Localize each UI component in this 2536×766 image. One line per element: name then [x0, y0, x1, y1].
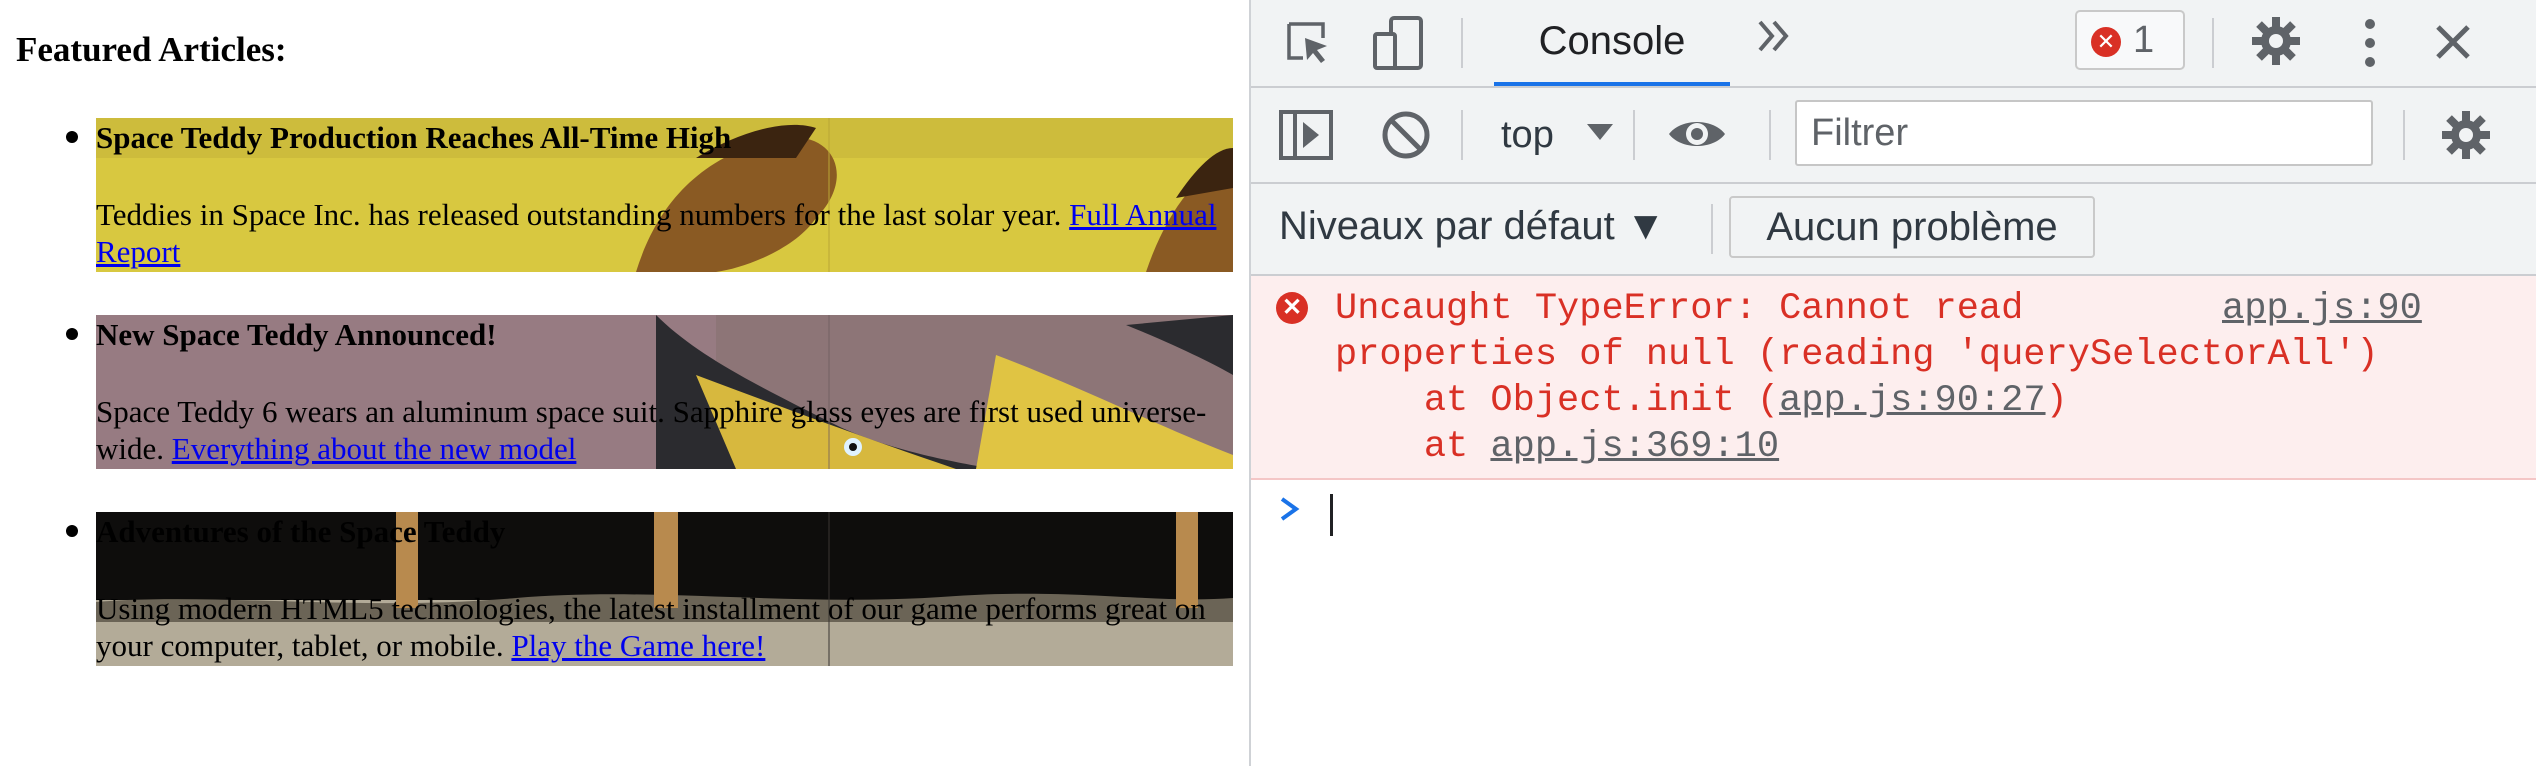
toolbar-separator [1633, 110, 1635, 160]
stack-frame-link[interactable]: app.js:369:10 [1490, 426, 1779, 468]
toolbar-separator [2403, 110, 2405, 160]
more-options-icon[interactable] [2363, 16, 2377, 75]
error-text-line: properties of null (reading 'querySelect… [1335, 334, 2379, 376]
stack-frame-link[interactable]: app.js:90:27 [1779, 380, 2045, 422]
error-count-badge[interactable]: ✕ 1 [2075, 10, 2185, 70]
text-caret [1330, 494, 1333, 536]
console-toolbar: top [1251, 88, 2536, 184]
console-error-message: ✕ Uncaught TypeError: Cannot read app.js… [1251, 276, 2536, 480]
toolbar-separator [1711, 204, 1713, 254]
stack-frame-text: ) [2045, 380, 2068, 422]
article-title: Adventures of the Space Teddy [96, 514, 506, 549]
article-card: New Space Teddy Announced! Space Teddy 6… [96, 315, 1233, 469]
page-heading: Featured Articles: [16, 30, 287, 69]
list-bullet [66, 131, 78, 143]
settings-gear-icon[interactable] [2249, 14, 2303, 73]
article-title: New Space Teddy Announced! [96, 317, 497, 352]
article-title: Space Teddy Production Reaches All-Time … [96, 120, 732, 155]
console-filter-bar: Niveaux par défaut ▼ Aucun problème [1251, 184, 2536, 276]
prompt-chevron-icon [1277, 494, 1303, 529]
list-bullet [66, 525, 78, 537]
filter-input[interactable] [1795, 100, 2373, 166]
console-settings-gear-icon[interactable] [2439, 108, 2493, 167]
stack-frame-text: at [1335, 426, 1491, 468]
article-link[interactable]: Play the Game here! [511, 628, 765, 663]
error-x-icon: ✕ [1276, 292, 1308, 324]
stack-frame-text: at Object.init ( [1335, 380, 1780, 422]
article-body: Space Teddy 6 wears an aluminum space su… [96, 393, 1226, 467]
console-prompt[interactable] [1251, 480, 2536, 540]
toolbar-separator [1769, 110, 1771, 160]
dropdown-arrow-icon[interactable] [1585, 122, 1615, 147]
inspect-element-icon[interactable] [1283, 18, 1333, 73]
log-levels-dropdown[interactable]: Niveaux par défaut ▼ [1279, 204, 1665, 249]
close-icon[interactable] [2433, 22, 2473, 67]
article-text: Teddies in Space Inc. has released outst… [96, 197, 1062, 232]
issues-button[interactable]: Aucun problème [1729, 196, 2095, 258]
clear-console-icon[interactable] [1379, 108, 1433, 167]
article-link[interactable]: Everything about the new model [172, 431, 577, 466]
show-sidebar-icon[interactable] [1277, 106, 1335, 169]
context-selector[interactable]: top [1501, 114, 1554, 157]
device-toolbar-icon[interactable] [1371, 14, 1427, 77]
stack-trace-line: at app.js:369:10 [1335, 424, 1779, 470]
list-bullet [66, 328, 78, 340]
error-x-icon: ✕ [2091, 27, 2121, 57]
more-tabs-icon[interactable] [1756, 16, 1792, 67]
article-card: Space Teddy Production Reaches All-Time … [96, 118, 1233, 272]
error-text-line: Uncaught TypeError: Cannot read [1335, 288, 2024, 330]
article-card: Adventures of the Space Teddy Using mode… [96, 512, 1233, 666]
toolbar-separator [2212, 18, 2214, 68]
tab-console[interactable]: Console [1494, 0, 1730, 86]
error-source-link[interactable]: app.js:90 [2222, 286, 2422, 332]
devtools-tabbar: Console ✕ 1 [1251, 0, 2536, 88]
devtools-panel: Console ✕ 1 top Filtrer Niveaux par défa… [1249, 0, 2536, 766]
toolbar-separator [1461, 110, 1463, 160]
toolbar-separator [1461, 18, 1463, 68]
article-body: Using modern HTML5 technologies, the lat… [96, 590, 1226, 664]
web-page: Featured Articles: Space Teddy Productio… [0, 0, 1249, 766]
article-body: Teddies in Space Inc. has released outst… [96, 196, 1226, 270]
stack-trace-line: at Object.init (app.js:90:27) [1335, 378, 2068, 424]
error-count: 1 [2133, 19, 2155, 61]
live-expression-eye-icon[interactable] [1667, 114, 1727, 159]
